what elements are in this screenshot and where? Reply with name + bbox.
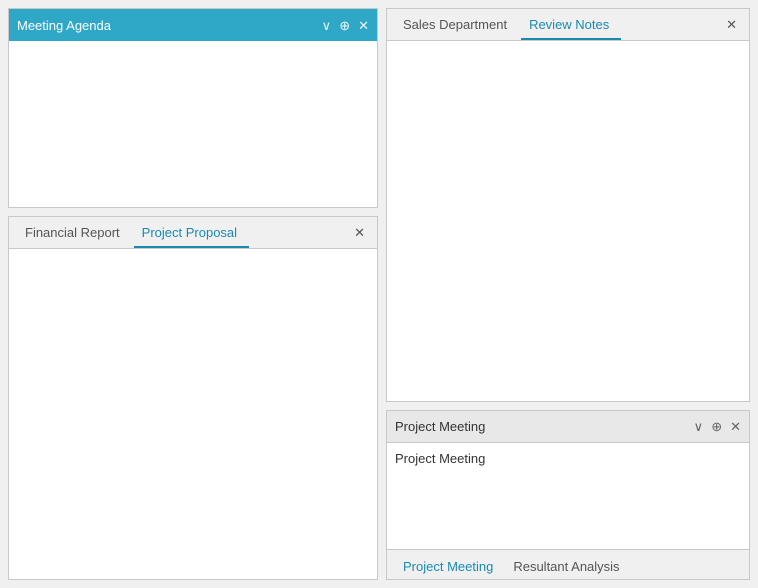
meeting-agenda-pin-icon[interactable]: ⊕ — [339, 19, 350, 32]
project-meeting-title: Project Meeting — [395, 419, 485, 434]
meeting-agenda-window: Meeting Agenda ∨ ⊕ ✕ — [8, 8, 378, 208]
project-meeting-body-text: Project Meeting — [395, 451, 485, 466]
meeting-agenda-close-icon[interactable]: ✕ — [358, 19, 369, 32]
right-panel: Sales Department Review Notes ✕ Project … — [386, 8, 750, 580]
left-panel: Meeting Agenda ∨ ⊕ ✕ Financial Report Pr… — [8, 8, 378, 580]
bottom-tabbed-close-icon[interactable]: ✕ — [350, 225, 369, 241]
tab-review-notes[interactable]: Review Notes — [521, 11, 621, 40]
bottom-tabbed-content — [9, 249, 377, 579]
tab-project-proposal[interactable]: Project Proposal — [134, 219, 249, 248]
project-meeting-panel: Project Meeting ∨ ⊕ ✕ Project Meeting Pr… — [386, 410, 750, 580]
meeting-agenda-title: Meeting Agenda — [17, 18, 111, 33]
project-meeting-bottom-tabbar: Project Meeting Resultant Analysis — [387, 549, 749, 579]
bottom-tab-project-meeting[interactable]: Project Meeting — [395, 552, 505, 579]
project-meeting-collapse-icon[interactable]: ∨ — [694, 420, 704, 433]
bottom-tabbar: Financial Report Project Proposal ✕ — [9, 217, 377, 249]
meeting-agenda-controls: ∨ ⊕ ✕ — [322, 19, 369, 32]
project-meeting-pin-icon[interactable]: ⊕ — [711, 420, 722, 433]
top-tabbed-panel: Sales Department Review Notes ✕ — [386, 8, 750, 402]
project-meeting-controls: ∨ ⊕ ✕ — [694, 420, 741, 433]
project-meeting-titlebar: Project Meeting ∨ ⊕ ✕ — [387, 411, 749, 443]
meeting-agenda-titlebar: Meeting Agenda ∨ ⊕ ✕ — [9, 9, 377, 41]
top-tabbed-content — [387, 41, 749, 401]
bottom-tabbed-panel: Financial Report Project Proposal ✕ — [8, 216, 378, 580]
top-tabbed-close-icon[interactable]: ✕ — [722, 17, 741, 33]
bottom-tab-resultant-analysis[interactable]: Resultant Analysis — [505, 552, 631, 579]
meeting-agenda-content — [9, 41, 377, 207]
top-tabbar: Sales Department Review Notes ✕ — [387, 9, 749, 41]
tab-sales-department[interactable]: Sales Department — [395, 11, 519, 40]
project-meeting-content: Project Meeting — [387, 443, 749, 549]
tab-financial-report[interactable]: Financial Report — [17, 219, 132, 248]
project-meeting-close-icon[interactable]: ✕ — [730, 420, 741, 433]
meeting-agenda-collapse-icon[interactable]: ∨ — [322, 19, 332, 32]
